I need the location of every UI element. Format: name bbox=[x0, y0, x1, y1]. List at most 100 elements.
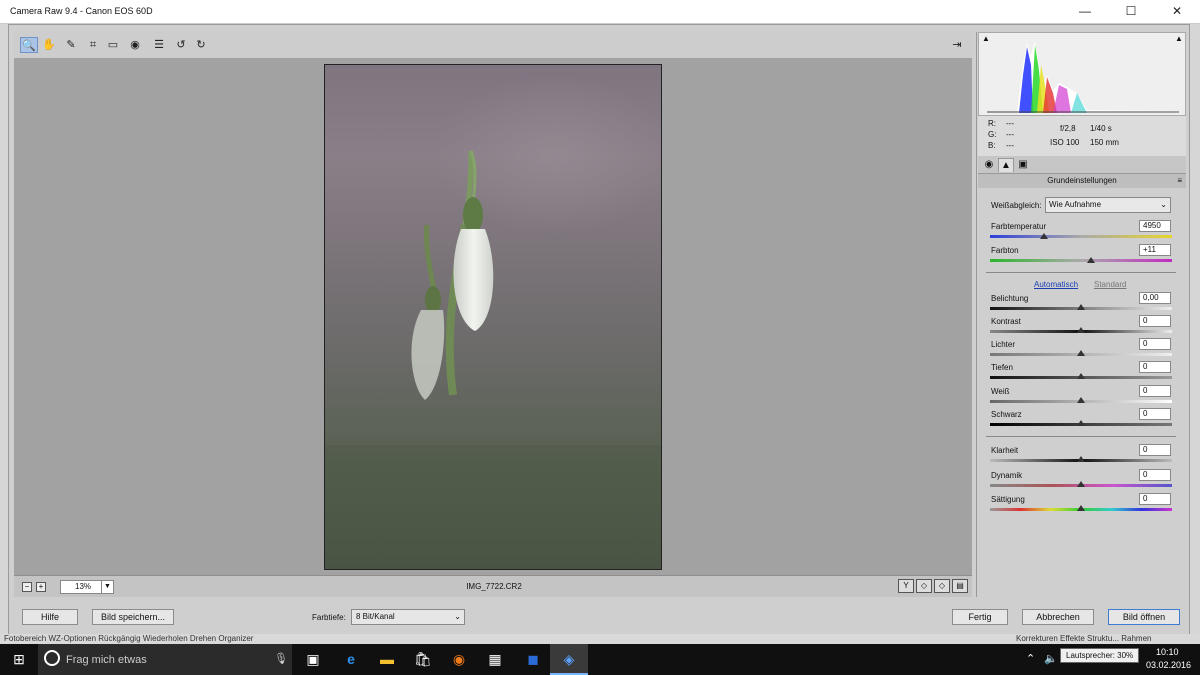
minimize-button[interactable]: — bbox=[1062, 0, 1108, 24]
white-balance-select[interactable]: Wie Aufnahme ⌄ bbox=[1045, 197, 1171, 213]
save-image-button[interactable]: Bild speichern... bbox=[92, 609, 174, 625]
saturation-slider-thumb[interactable] bbox=[1077, 505, 1085, 511]
cancel-button[interactable]: Abbrechen bbox=[1022, 609, 1094, 625]
aperture-value: f/2,8 bbox=[1060, 124, 1076, 133]
tint-slider[interactable] bbox=[990, 259, 1172, 262]
photo-app-icon[interactable]: ▦ bbox=[476, 644, 514, 675]
snowdrop-photo bbox=[325, 75, 661, 569]
title-bar: Camera Raw 9.4 - Canon EOS 60D — ☐ ✕ bbox=[0, 0, 1200, 24]
chevron-down-icon: ⌄ bbox=[454, 612, 461, 621]
whites-value[interactable]: 0 bbox=[1139, 385, 1171, 397]
window-title: Camera Raw 9.4 - Canon EOS 60D bbox=[10, 6, 153, 16]
shadows-label: Tiefen bbox=[991, 363, 1013, 372]
tint-slider-thumb[interactable] bbox=[1087, 257, 1095, 263]
rotate-right-icon[interactable]: ↻ bbox=[192, 37, 210, 53]
hand-tool-icon[interactable]: ✋ bbox=[40, 37, 58, 53]
rotate-left-icon[interactable]: ↺ bbox=[172, 37, 190, 53]
chevron-down-icon: ▼ bbox=[101, 581, 113, 593]
contrast-label: Kontrast bbox=[991, 317, 1021, 326]
zoom-tool-icon[interactable]: 🔍 bbox=[20, 37, 38, 53]
shadows-slider-thumb[interactable] bbox=[1077, 373, 1085, 379]
temperature-slider-thumb[interactable] bbox=[1040, 233, 1048, 239]
blacks-value[interactable]: 0 bbox=[1139, 408, 1171, 420]
tint-value[interactable]: +11 bbox=[1139, 244, 1171, 256]
clarity-value[interactable]: 0 bbox=[1139, 444, 1171, 456]
straighten-icon[interactable]: ▭ bbox=[104, 37, 122, 53]
tab-camera-calibration-icon[interactable]: ▣ bbox=[1015, 158, 1031, 172]
before-after-button[interactable]: ◇ bbox=[916, 579, 932, 593]
background-app-left bbox=[0, 24, 8, 636]
g-label: G: bbox=[988, 130, 997, 139]
eyedropper-icon[interactable]: ✎ bbox=[62, 37, 80, 53]
store-icon[interactable]: 🛍 bbox=[404, 644, 442, 675]
whites-slider-thumb[interactable] bbox=[1077, 397, 1085, 403]
search-box[interactable]: Frag mich etwas 🎙 bbox=[38, 644, 292, 675]
background-app-strip: Fotobereich WZ-Optionen Rückgängig Wiede… bbox=[0, 634, 1200, 644]
zoom-in-button[interactable]: + bbox=[36, 582, 46, 592]
clock-date[interactable]: 03.02.2016 bbox=[1146, 660, 1191, 670]
auto-link[interactable]: Automatisch bbox=[1034, 280, 1078, 289]
swap-button[interactable]: ◇ bbox=[934, 579, 950, 593]
file-explorer-icon[interactable]: ▬ bbox=[368, 644, 406, 675]
saturation-value[interactable]: 0 bbox=[1139, 493, 1171, 505]
blacks-slider-thumb[interactable] bbox=[1077, 420, 1085, 426]
focal-length-value: 150 mm bbox=[1090, 138, 1119, 147]
section-title-label: Grundeinstellungen bbox=[1047, 176, 1117, 185]
white-balance-value: Wie Aufnahme bbox=[1049, 200, 1102, 209]
firefox-icon[interactable]: ◉ bbox=[440, 644, 478, 675]
tab-tone-curve-icon[interactable]: ▲ bbox=[998, 158, 1014, 172]
preview-settings-button[interactable]: ▤ bbox=[952, 579, 968, 593]
vibrance-label: Dynamik bbox=[991, 471, 1023, 480]
microphone-icon[interactable]: 🎙 bbox=[274, 652, 288, 665]
crop-icon[interactable]: ⌗ bbox=[84, 37, 102, 53]
temperature-slider[interactable] bbox=[990, 235, 1172, 238]
exposure-slider-thumb[interactable] bbox=[1077, 304, 1085, 310]
speaker-icon[interactable]: 🔈 bbox=[1044, 652, 1058, 665]
vibrance-value[interactable]: 0 bbox=[1139, 469, 1171, 481]
background-app-right bbox=[1190, 24, 1200, 636]
view-toggle-button[interactable]: Y bbox=[898, 579, 914, 593]
shadows-value[interactable]: 0 bbox=[1139, 361, 1171, 373]
filename-label: IMG_7722.CR2 bbox=[466, 582, 522, 591]
zoom-level-value: 13% bbox=[75, 582, 92, 591]
list-icon[interactable]: ☰ bbox=[150, 37, 168, 53]
photo-preview[interactable] bbox=[324, 64, 662, 570]
clock-time[interactable]: 10:10 bbox=[1156, 647, 1179, 657]
histogram: ▲ ▲ bbox=[978, 32, 1186, 116]
windows-start-icon[interactable]: ⊞ bbox=[0, 644, 38, 675]
close-button[interactable]: ✕ bbox=[1154, 0, 1200, 24]
redeye-icon[interactable]: ◉ bbox=[126, 37, 144, 53]
task-view-icon[interactable]: ▣ bbox=[294, 644, 332, 675]
photoshop-elements-icon[interactable]: ◈ bbox=[550, 644, 588, 675]
temperature-label: Farbtemperatur bbox=[991, 222, 1047, 231]
maximize-button[interactable]: ☐ bbox=[1108, 0, 1154, 24]
done-button[interactable]: Fertig bbox=[952, 609, 1008, 625]
white-balance-label: Weißabgleich: bbox=[991, 201, 1042, 210]
default-link[interactable]: Standard bbox=[1094, 280, 1126, 289]
help-button[interactable]: Hilfe bbox=[22, 609, 78, 625]
saturation-label: Sättigung bbox=[991, 495, 1025, 504]
edge-icon[interactable]: e bbox=[332, 644, 370, 675]
exposure-value[interactable]: 0,00 bbox=[1139, 292, 1171, 304]
export-icon[interactable]: ⇥ bbox=[948, 37, 966, 53]
highlights-value[interactable]: 0 bbox=[1139, 338, 1171, 350]
iso-value: ISO 100 bbox=[1050, 138, 1080, 147]
cortana-icon bbox=[44, 650, 60, 666]
tab-basic-icon[interactable]: ◉ bbox=[981, 158, 997, 172]
contrast-slider-thumb[interactable] bbox=[1077, 327, 1085, 333]
panel-menu-icon[interactable]: ≡ bbox=[1177, 174, 1182, 188]
highlights-slider-thumb[interactable] bbox=[1077, 350, 1085, 356]
clarity-slider-thumb[interactable] bbox=[1077, 456, 1085, 462]
vibrance-slider-thumb[interactable] bbox=[1077, 481, 1085, 487]
chevron-up-icon[interactable]: ⌃ bbox=[1026, 652, 1035, 665]
app-icon[interactable]: ◼ bbox=[514, 644, 552, 675]
volume-tooltip: Lautsprecher: 30% bbox=[1060, 648, 1140, 663]
contrast-value[interactable]: 0 bbox=[1139, 315, 1171, 327]
b-label: B: bbox=[988, 141, 996, 150]
bit-depth-select[interactable]: 8 Bit/Kanal ⌄ bbox=[351, 609, 465, 625]
zoom-level-select[interactable]: 13% ▼ bbox=[60, 580, 114, 594]
toolbar: 🔍 ✋ ✎ ⌗ ▭ ◉ ☰ ↺ ↻ ⇥ bbox=[14, 32, 972, 58]
open-image-button[interactable]: Bild öffnen bbox=[1108, 609, 1180, 625]
zoom-out-button[interactable]: − bbox=[22, 582, 32, 592]
temperature-value[interactable]: 4950 bbox=[1139, 220, 1171, 232]
